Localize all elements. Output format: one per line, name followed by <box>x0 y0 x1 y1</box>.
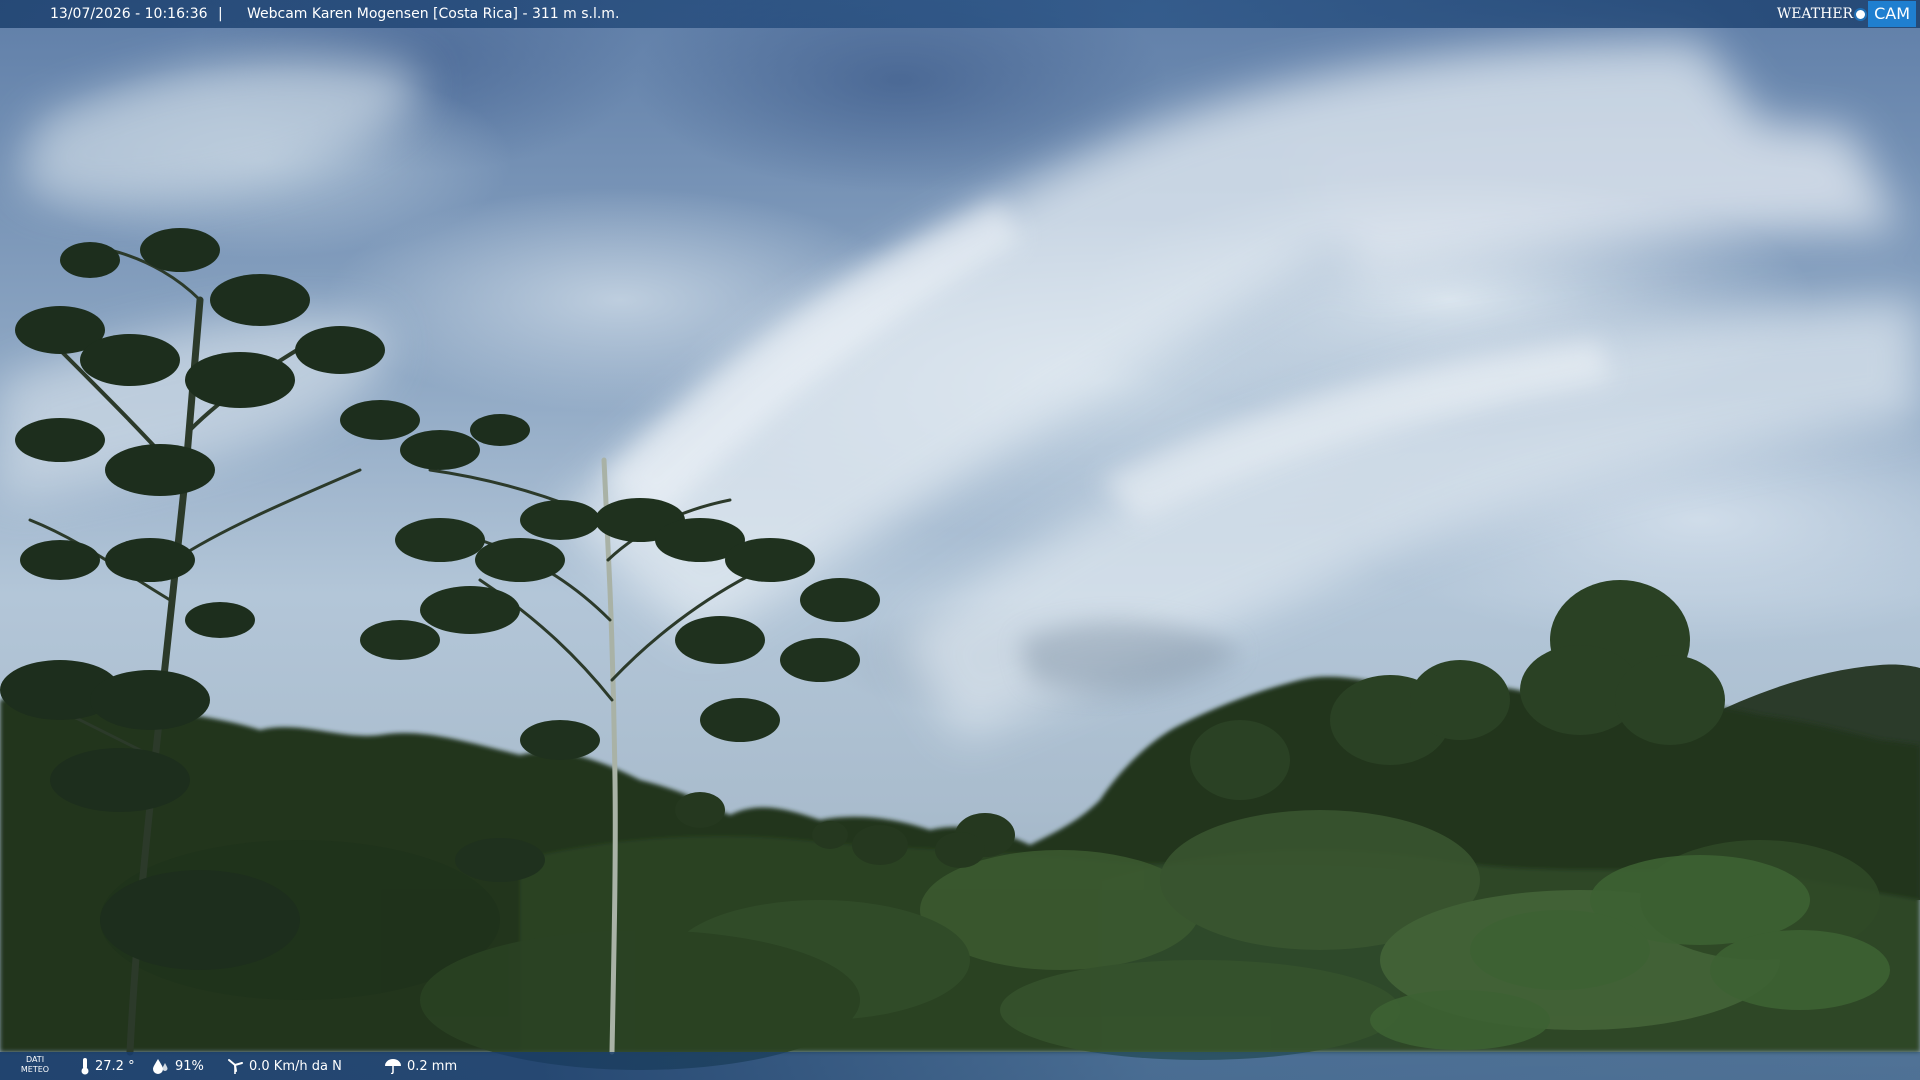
wind-value: 0.0 Km/h da N <box>249 1058 342 1074</box>
meteo-label-line1: DATI <box>25 1055 45 1064</box>
temperature-value: 27.2 ° <box>95 1058 135 1074</box>
humidity-drop-icon <box>152 1058 170 1074</box>
meteo-label: DATI METEO <box>20 1055 50 1075</box>
humidity-value: 91% <box>175 1058 204 1074</box>
capture-datetime: 13/07/2026 - 10:16:36 <box>50 6 208 22</box>
humidity-reading: 91% <box>152 1052 204 1080</box>
webcam-title: Webcam Karen Mogensen [Costa Rica] - 311… <box>247 6 620 22</box>
webcam-frame: 13/07/2026 - 10:16:36 | Webcam Karen Mog… <box>0 0 1920 1080</box>
rain-reading: 0.2 mm <box>384 1052 457 1080</box>
wind-turbine-icon <box>226 1057 244 1075</box>
meteo-label-line2: METEO <box>20 1065 50 1074</box>
header-separator: | <box>218 6 223 22</box>
webcam-header-bar: 13/07/2026 - 10:16:36 | Webcam Karen Mog… <box>0 0 1920 28</box>
thermometer-icon <box>80 1057 90 1075</box>
weathercam-logo[interactable]: WEATHER CAM <box>1777 0 1920 28</box>
brand-cam-text: CAM <box>1868 1 1916 27</box>
rain-value: 0.2 mm <box>407 1058 458 1074</box>
meteo-data-bar: DATI METEO 27.2 ° 91% 0.0 Km/h da N 0.2 … <box>0 1052 1920 1080</box>
wind-reading: 0.0 Km/h da N <box>226 1052 342 1080</box>
brand-weather-text: WEATHER <box>1776 6 1854 22</box>
rain-umbrella-icon <box>384 1058 402 1074</box>
brand-dot-icon <box>1856 9 1866 19</box>
temperature-reading: 27.2 ° <box>80 1052 135 1080</box>
